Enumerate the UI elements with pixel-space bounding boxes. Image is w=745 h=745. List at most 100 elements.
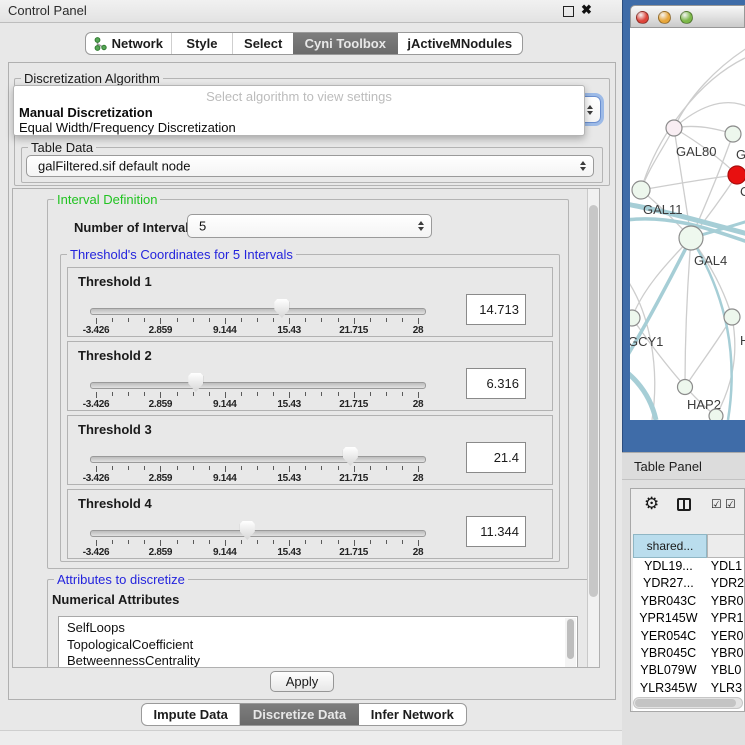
tab-label: Select xyxy=(244,36,282,51)
cell-name[interactable]: YDR2 xyxy=(704,575,745,592)
slider-track[interactable] xyxy=(90,308,426,315)
popup-option-equal-width-frequency[interactable]: Equal Width/Frequency Discretization xyxy=(19,120,236,135)
close-traffic-light[interactable] xyxy=(636,11,649,24)
cell-name[interactable]: YPR1 xyxy=(704,610,745,627)
table-row[interactable]: YDR27...YDR2 xyxy=(633,575,745,592)
threshold-value-field[interactable]: 11.344 xyxy=(466,516,526,547)
tab-infer-network[interactable]: Infer Network xyxy=(359,704,466,725)
popup-option-manual-discretization[interactable]: Manual Discretization xyxy=(19,105,153,120)
panel-scrollbar[interactable] xyxy=(587,189,599,667)
apply-button[interactable]: Apply xyxy=(270,671,334,692)
network-node-c[interactable] xyxy=(728,166,745,184)
scrollbar-thumb[interactable] xyxy=(635,699,736,707)
attributes-to-discretize-group: Attributes to discretize Numerical Attri… xyxy=(47,579,595,668)
threshold-value-field[interactable]: 14.713 xyxy=(466,294,526,325)
tab-impute-data[interactable]: Impute Data xyxy=(142,704,240,725)
cell-name[interactable]: YBR0 xyxy=(704,645,745,662)
tick-mark xyxy=(273,540,274,544)
tab-discretize-data[interactable]: Discretize Data xyxy=(240,704,358,725)
cell-shared-name[interactable]: YPR145W xyxy=(633,610,704,627)
scrollbar-thumb[interactable] xyxy=(589,205,598,597)
number-of-intervals-select[interactable]: 5 xyxy=(187,214,432,238)
tick-label: 21.715 xyxy=(339,547,368,558)
attribute-list-item[interactable]: SelfLoops xyxy=(59,620,577,637)
cell-name[interactable]: YER0 xyxy=(704,628,745,645)
threshold-label: Threshold 1 xyxy=(78,274,152,289)
tick-mark xyxy=(128,392,129,396)
group-title: Interval Definition xyxy=(54,192,160,207)
split-view-icon[interactable] xyxy=(677,498,691,511)
checkbox-icon[interactable]: ☑ xyxy=(711,497,722,511)
tick-label: 15.43 xyxy=(277,547,301,558)
cell-shared-name[interactable]: YDL19... xyxy=(633,558,704,575)
cell-name[interactable]: YLR3 xyxy=(704,680,745,697)
network-node-ga[interactable] xyxy=(725,126,741,142)
tick-mark xyxy=(273,466,274,470)
table-row[interactable]: YPR145WYPR1 xyxy=(633,610,745,627)
column-header-name[interactable]: na xyxy=(707,534,745,558)
cell-name[interactable]: YBR0 xyxy=(704,593,745,610)
tick-mark xyxy=(193,466,194,470)
network-node[interactable] xyxy=(709,409,723,420)
tab-cyni-toolbox[interactable]: Cyni Toolbox xyxy=(293,33,398,54)
cell-name[interactable]: YDL1 xyxy=(704,558,745,575)
threshold-label: Threshold 3 xyxy=(78,422,152,437)
slider-track[interactable] xyxy=(90,382,426,389)
combo-arrows-icon xyxy=(580,161,586,171)
network-node-gal80[interactable] xyxy=(666,120,682,136)
tab-jactivemnodules[interactable]: jActiveMNodules xyxy=(398,33,522,54)
table-row[interactable]: YDL19...YDL1 xyxy=(633,558,745,575)
tick-mark xyxy=(160,466,161,472)
tab-network[interactable]: Network xyxy=(86,33,172,54)
minimize-traffic-light[interactable] xyxy=(658,11,671,24)
list-scrollbar[interactable] xyxy=(565,618,576,668)
network-node-h[interactable] xyxy=(724,309,740,325)
threshold-label: Threshold 4 xyxy=(78,496,152,511)
network-canvas[interactable]: GAL80GACGAL11GAL4GCY1HHAP2 xyxy=(630,28,745,420)
cell-shared-name[interactable]: YBR045C xyxy=(633,645,704,662)
cell-shared-name[interactable]: YDR27... xyxy=(633,575,704,592)
zoom-traffic-light[interactable] xyxy=(680,11,693,24)
network-node-gal4[interactable] xyxy=(679,226,703,250)
close-icon[interactable]: ✖ xyxy=(581,2,592,18)
horizontal-scrollbar[interactable] xyxy=(633,697,743,709)
table-row[interactable]: YBR043CYBR0 xyxy=(633,593,745,610)
tick-mark xyxy=(305,392,306,396)
slider-track[interactable] xyxy=(90,530,426,537)
tick-mark xyxy=(209,466,210,470)
table-row[interactable]: YBL079WYBL0 xyxy=(633,662,745,679)
numerical-attributes-list[interactable]: SelfLoopsTopologicalCoefficientBetweenne… xyxy=(58,616,578,668)
float-window-icon[interactable] xyxy=(563,6,574,17)
slider-thumb[interactable] xyxy=(343,447,358,466)
scrollbar-thumb[interactable] xyxy=(567,619,574,659)
settings-gear-icon[interactable]: ⚙ xyxy=(644,494,659,514)
cell-name[interactable]: YBL0 xyxy=(704,662,745,679)
cell-shared-name[interactable]: YBL079W xyxy=(633,662,704,679)
checkbox-icon[interactable]: ☑ xyxy=(725,497,736,511)
slider-thumb[interactable] xyxy=(188,373,203,392)
tick-mark xyxy=(96,540,97,546)
slider-thumb[interactable] xyxy=(240,521,255,540)
table-row[interactable]: YER054CYER0 xyxy=(633,628,745,645)
attribute-list-item[interactable]: BetweennessCentrality xyxy=(59,653,577,668)
slider-track[interactable] xyxy=(90,456,426,463)
tick-mark xyxy=(418,466,419,472)
table-row[interactable]: YLR345WYLR3 xyxy=(633,680,745,697)
cell-shared-name[interactable]: YLR345W xyxy=(633,680,704,697)
column-header-shared-name[interactable]: shared... xyxy=(633,534,707,558)
thresholds-group: Threshold's Coordinates for 5 Intervals … xyxy=(60,254,560,562)
slider-thumb[interactable] xyxy=(274,299,289,318)
threshold-value-field[interactable]: 6.316 xyxy=(466,368,526,399)
table-row[interactable]: YBR045CYBR0 xyxy=(633,645,745,662)
table-data-select[interactable]: galFiltered.sif default node xyxy=(26,155,594,177)
threshold-value-field[interactable]: 21.4 xyxy=(466,442,526,473)
network-node-gcy1[interactable] xyxy=(630,310,640,326)
tab-style[interactable]: Style xyxy=(172,33,234,54)
tab-select[interactable]: Select xyxy=(233,33,293,54)
cell-shared-name[interactable]: YBR043C xyxy=(633,593,704,610)
network-node-gal11[interactable] xyxy=(632,181,650,199)
cell-shared-name[interactable]: YER054C xyxy=(633,628,704,645)
tab-label: jActiveMNodules xyxy=(407,36,512,51)
network-node-hap2[interactable] xyxy=(678,380,693,395)
attribute-list-item[interactable]: TopologicalCoefficient xyxy=(59,637,577,654)
